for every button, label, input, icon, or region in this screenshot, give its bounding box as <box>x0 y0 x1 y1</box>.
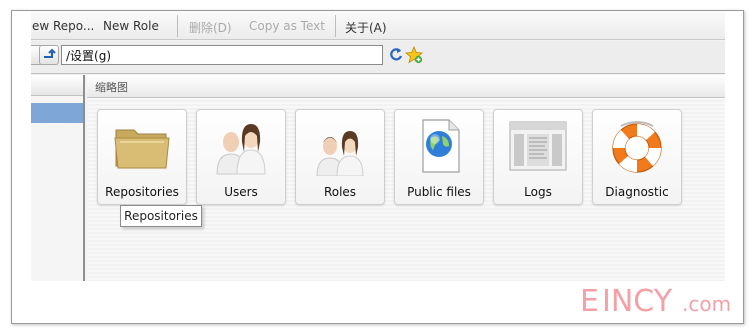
content-pane: 缩略图 Repositories Users Roles Public file… <box>87 75 725 281</box>
eincy-watermark-logo: E INCY .com <box>580 284 731 319</box>
users-icon <box>216 124 266 175</box>
logs-icon <box>509 121 567 171</box>
public-file-icon <box>422 119 460 173</box>
up-arrow-icon <box>44 48 56 58</box>
sidebar-header <box>31 75 83 96</box>
menu-item-copy-as-text[interactable]: Copy as Text <box>249 19 325 33</box>
folder-icon <box>114 129 170 169</box>
tile-repositories[interactable]: Repositories <box>97 109 187 205</box>
sidebar-selected-item[interactable] <box>31 103 83 123</box>
menu-item-new-role[interactable]: New Role <box>103 19 159 33</box>
menu-bar: New Repo... New Role 删除(D) Copy as Text … <box>31 11 725 40</box>
lifebuoy-icon <box>612 121 662 173</box>
content-header: 缩略图 <box>87 75 725 98</box>
menu-separator <box>335 15 336 37</box>
svg-text:E: E <box>580 284 599 319</box>
tile-public-files[interactable]: Public files <box>394 109 484 205</box>
up-button[interactable] <box>39 45 59 65</box>
refresh-button[interactable] <box>387 46 405 64</box>
tile-label: Users <box>224 185 258 199</box>
menu-item-new-repo[interactable]: New Repo... <box>31 19 94 33</box>
menu-item-delete[interactable]: 删除(D) <box>189 19 232 36</box>
menu-separator <box>177 15 178 37</box>
add-favorite-button[interactable] <box>405 45 423 64</box>
application-window: New Repo... New Role 删除(D) Copy as Text … <box>31 11 725 281</box>
refresh-icon <box>390 48 403 61</box>
tile-label: Repositories <box>105 185 179 199</box>
sidebar <box>31 75 85 281</box>
address-toolbar: /设置(g) <box>31 41 725 74</box>
tile-label: Roles <box>323 185 357 199</box>
view-mode-label: 缩略图 <box>95 81 128 94</box>
roles-icon <box>316 131 364 176</box>
tile-diagnostic[interactable]: Diagnostic <box>592 109 682 205</box>
path-input[interactable]: /设置(g) <box>61 45 383 65</box>
tile-roles[interactable]: Roles <box>295 109 385 205</box>
tile-users[interactable]: Users <box>196 109 286 205</box>
tile-label: Diagnostic <box>605 185 669 199</box>
tile-logs[interactable]: Logs <box>493 109 583 205</box>
tile-label: Public files <box>407 185 471 199</box>
tile-label: Logs <box>524 185 552 199</box>
menu-item-about[interactable]: 关于(A) <box>345 19 387 36</box>
screenshot-frame: New Repo... New Role 删除(D) Copy as Text … <box>11 10 744 324</box>
tooltip: Repositories <box>120 205 202 227</box>
star-add-icon <box>405 45 423 64</box>
svg-text:.com: .com <box>682 292 731 316</box>
svg-text:INCY: INCY <box>602 284 673 319</box>
